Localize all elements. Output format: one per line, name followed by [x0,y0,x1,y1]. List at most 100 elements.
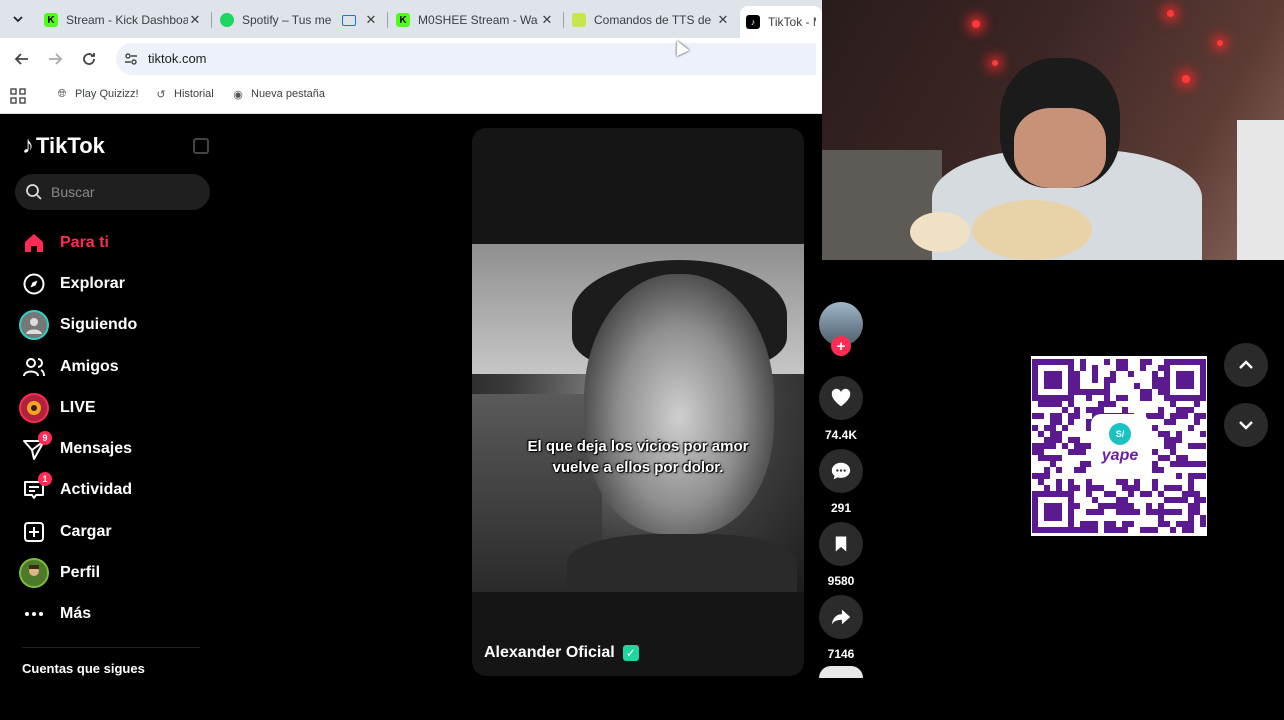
qr-module [1056,479,1062,485]
apps-grid-icon[interactable] [10,88,26,104]
video-player[interactable]: El que deja los vicios por amor vuelve a… [472,244,804,592]
qr-module [1140,491,1146,497]
qr-module [1050,413,1056,419]
qr-module [1146,527,1152,533]
qr-module [1074,371,1080,377]
site-settings-icon[interactable] [122,50,140,68]
nav-item-live[interactable]: LIVE [18,387,218,428]
qr-module [1074,407,1080,413]
qr-module [1146,509,1152,515]
bookmark-nueva-pestana[interactable]: ◉ Nueva pestaña [231,87,325,101]
save-action[interactable]: 9580 [818,522,864,588]
qr-module [1194,491,1200,497]
qr-module [1176,461,1182,467]
qr-module [1194,461,1200,467]
qr-module [1200,515,1206,521]
friends-icon [18,351,50,383]
tab-search-button[interactable] [6,8,30,30]
nav-item-amigos[interactable]: Amigos [18,346,218,387]
qr-module [1188,473,1194,479]
qr-module [1062,425,1068,431]
video-card[interactable]: El que deja los vicios por amor vuelve a… [472,128,804,676]
tab-moshee-stream[interactable]: K M0SHEE Stream - Wa ✕ [390,6,560,34]
qr-module [1200,497,1206,503]
close-icon[interactable]: ✕ [540,12,554,28]
share-icon[interactable] [819,595,863,639]
address-url: tiktok.com [148,51,207,66]
collapse-sidebar-button[interactable] [193,138,209,154]
spotify-icon [220,13,234,27]
reload-button[interactable] [77,47,101,71]
tab-kick-dashboard[interactable]: K Stream - Kick Dashboa ✕ [38,6,208,34]
address-bar[interactable]: tiktok.com [116,43,816,75]
nav-item-para-ti[interactable]: Para ti [18,222,218,263]
qr-module [1086,527,1092,533]
bookmark-play-quizizz[interactable]: 🌐︎ Play Quizizz! [55,87,139,101]
qr-module [1044,437,1050,443]
qr-module [1122,521,1128,527]
qr-module [1188,443,1194,449]
tiktok-logo[interactable]: ♪ TikTok [22,132,105,160]
tab-tts-commands[interactable]: Comandos de TTS de ✕ [566,6,736,34]
qr-module [1044,425,1050,431]
bookmark-icon[interactable] [819,522,863,566]
nav-item-siguiendo[interactable]: Siguiendo [18,305,218,346]
qr-module [1122,479,1128,485]
like-action[interactable]: 74.4K [818,376,864,442]
nav-item-cargar[interactable]: Cargar [18,511,218,552]
qr-module [1164,419,1170,425]
comment-icon[interactable] [819,449,863,493]
follow-button[interactable]: + [831,336,851,356]
qr-module [1194,497,1200,503]
search-box[interactable] [15,174,210,210]
tiktok-sidebar: ♪ TikTok Para ti Explorar [0,114,222,720]
qr-module [1104,527,1110,533]
qr-module [1194,473,1200,479]
qr-module [1092,497,1098,503]
close-icon[interactable]: ✕ [716,12,730,28]
qr-module [1098,485,1104,491]
more-icon [18,598,50,630]
share-action[interactable]: 7146 [818,595,864,661]
qr-module [1098,401,1104,407]
next-video-button[interactable] [1224,403,1268,447]
nav-item-mensajes[interactable]: 9 Mensajes [18,428,218,469]
qr-module [1182,527,1188,533]
back-button[interactable] [10,47,34,71]
heart-icon[interactable] [819,376,863,420]
forward-button[interactable] [43,47,67,71]
chrome-icon: ◉ [233,88,243,101]
qr-module [1128,491,1134,497]
qr-module [1050,401,1056,407]
qr-module [1158,515,1164,521]
tab-tiktok[interactable]: ♪ TikTok - M [740,6,822,38]
video-author[interactable]: Alexander Oficial ✓ [484,644,639,662]
nav-item-explorar[interactable]: Explorar [18,263,218,304]
bookmark-historial[interactable]: ↺ Historial [154,87,213,101]
close-icon[interactable]: ✕ [364,12,378,28]
previous-video-button[interactable] [1224,343,1268,387]
qr-module [1032,473,1038,479]
qr-module [1104,359,1110,365]
qr-module [1200,413,1206,419]
nav-item-perfil[interactable]: Perfil [18,552,218,593]
qr-module [1080,449,1086,455]
tab-separator [563,12,564,28]
music-disc[interactable] [819,666,863,678]
close-icon[interactable]: ✕ [188,12,202,28]
qr-module [1152,371,1158,377]
qr-module [1044,443,1050,449]
qr-module [1164,431,1170,437]
nav-item-actividad[interactable]: 1 Actividad [18,470,218,511]
qr-module [1092,365,1098,371]
qr-module [1194,401,1200,407]
qr-module [1080,527,1086,533]
qr-module [1110,527,1116,533]
search-input[interactable] [51,174,201,210]
nav-item-mas[interactable]: Más [18,594,218,635]
tab-spotify[interactable]: Spotify – Tus me ✕ [214,6,384,34]
comment-action[interactable]: 291 [818,449,864,515]
qr-module [1182,455,1188,461]
qr-module [1062,407,1068,413]
qr-module [1122,497,1128,503]
